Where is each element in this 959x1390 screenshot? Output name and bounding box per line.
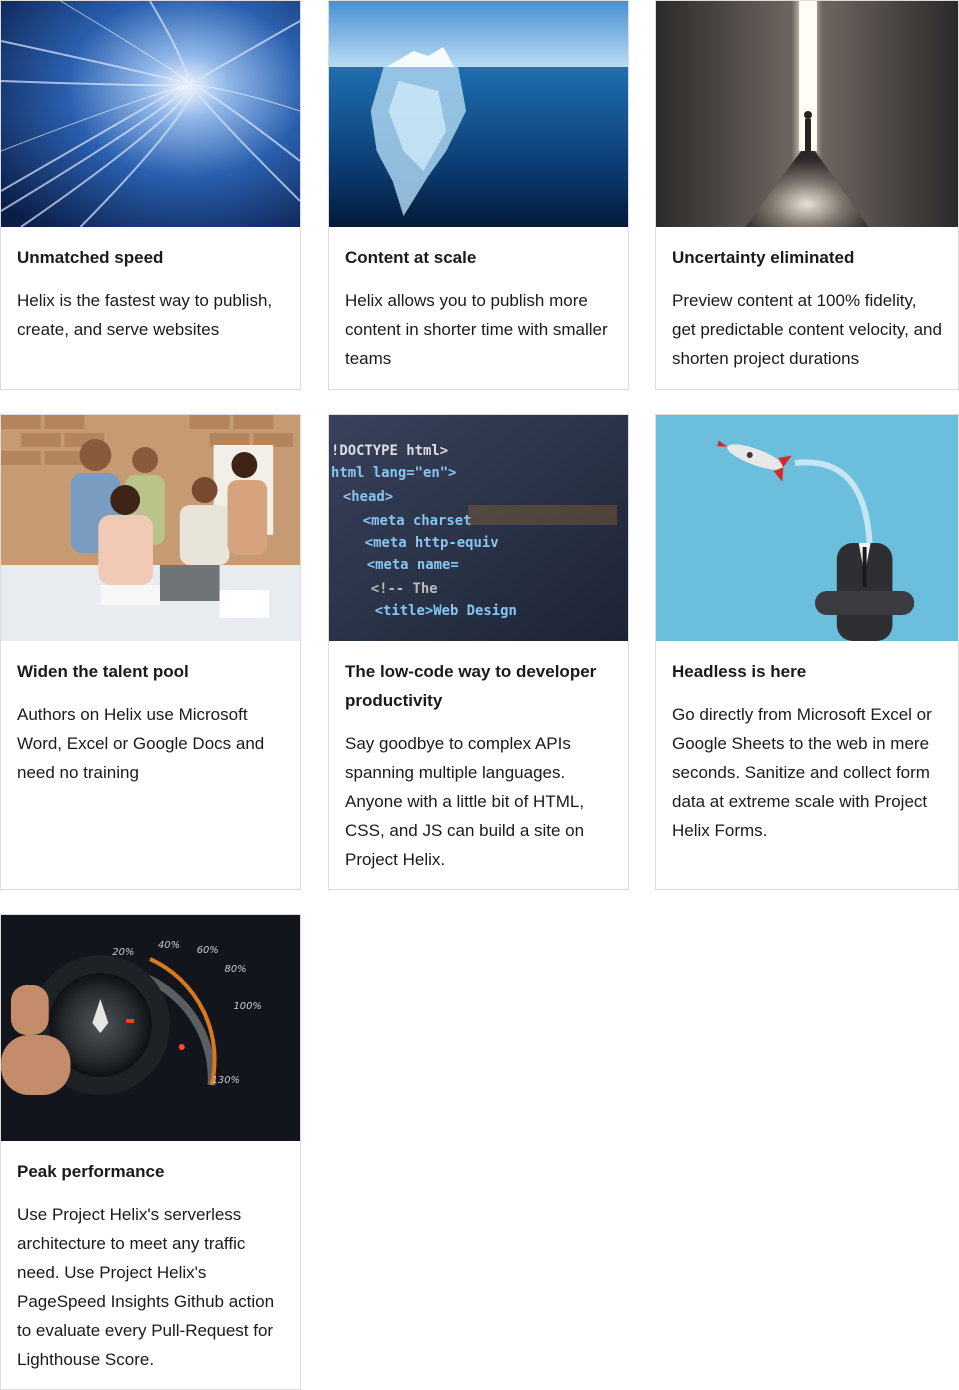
card-description: Say goodbye to complex APIs spanning mul… [345,734,585,869]
feature-card-peak-performance: 20% 40% 60% 80% 100% 130% Peak performan… [0,914,301,1390]
dial-label: 130% [212,1075,240,1086]
card-title: The low-code way to developer productivi… [345,662,597,710]
iceberg-image [329,1,628,227]
dial-label: 20% [112,947,134,958]
card-description: Preview content at 100% fidelity, get pr… [672,291,942,368]
headless-rocket-image [656,415,958,641]
card-description: Go directly from Microsoft Excel or Goog… [672,705,932,840]
dial-label: 100% [233,1001,261,1012]
card-title: Widen the talent pool [17,662,189,681]
feature-card-uncertainty-eliminated: Uncertainty eliminated Preview content a… [655,0,959,390]
dial-label: 60% [197,945,219,956]
feature-card-content-at-scale: Content at scale Helix allows you to pub… [328,0,629,390]
card-title: Headless is here [672,662,807,681]
card-description: Helix allows you to publish more content… [345,291,608,368]
feature-card-widen-talent-pool: Widen the talent pool Authors on Helix u… [0,414,301,890]
card-title: Uncertainty eliminated [672,248,855,267]
feature-card-low-code: !DOCTYPE html> html lang="en"> <head> <m… [328,414,629,890]
dial-label: 80% [225,964,247,975]
feature-card-unmatched-speed: Unmatched speed Helix is the fastest way… [0,0,301,390]
card-description: Authors on Helix use Microsoft Word, Exc… [17,705,265,782]
card-description: Use Project Helix's serverless architect… [17,1205,275,1369]
feature-card-headless: Headless is here Go directly from Micros… [655,414,959,890]
team-meeting-image [1,415,300,641]
html-code-image: !DOCTYPE html> html lang="en"> <head> <m… [329,415,628,641]
card-description: Helix is the fastest way to publish, cre… [17,291,273,339]
light-doorway-image [656,1,958,227]
card-title: Unmatched speed [17,248,164,267]
dial-label: 40% [158,940,180,951]
speed-tunnel-image [1,1,300,227]
performance-dial-image: 20% 40% 60% 80% 100% 130% [1,915,300,1141]
card-title: Content at scale [345,248,477,267]
card-title: Peak performance [17,1162,165,1181]
